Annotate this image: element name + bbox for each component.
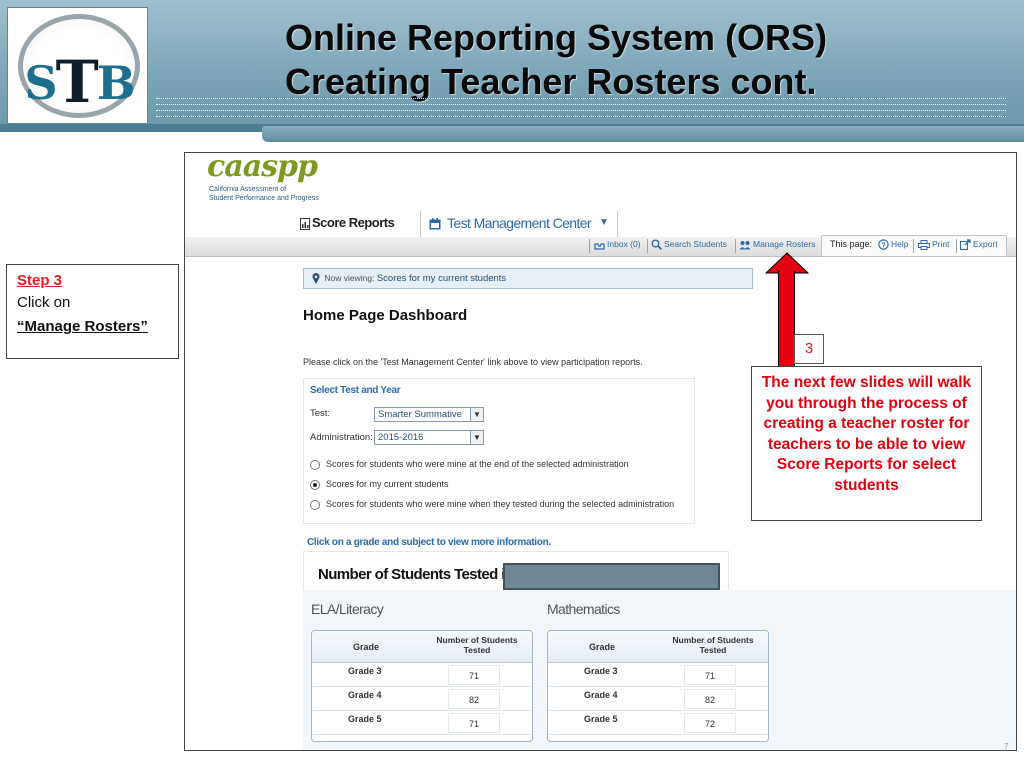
report-icon <box>300 217 310 230</box>
slide-title-line1: Online Reporting System (ORS) <box>285 17 828 58</box>
step-line: Click on <box>17 294 71 311</box>
header-divider <box>156 116 1006 117</box>
instruction-text: Please click on the 'Test Management Cen… <box>303 357 643 367</box>
inbox-icon <box>594 243 605 250</box>
radio-current-students[interactable] <box>310 480 320 490</box>
now-viewing-bar: Now viewing: Scores for my current stude… <box>303 268 753 289</box>
stb-logo-text: STB <box>24 48 135 116</box>
search-students-link[interactable]: Search Students <box>651 239 727 251</box>
table-row[interactable]: Grade 3 71 <box>548 663 768 687</box>
math-results-table: Grade Number of Students Tested Grade 3 7… <box>547 630 769 742</box>
students-tested-title: Number of Students Tested i <box>318 566 505 583</box>
location-pin-icon <box>312 273 320 285</box>
red-arrow-shaft <box>778 271 795 368</box>
this-page-label: This page: <box>830 239 873 249</box>
calendar-icon <box>429 218 441 230</box>
now-viewing-value: Scores for my current students <box>376 273 507 284</box>
chevron-down-icon: ▼ <box>470 431 483 444</box>
test-select[interactable]: Smarter Summative ▼ <box>374 407 484 422</box>
print-link[interactable]: Print <box>918 239 949 250</box>
slide-header: STB Online Reporting System (ORS) Creati… <box>0 0 1024 128</box>
redaction-box <box>503 563 720 590</box>
toolbar-separator <box>735 239 736 253</box>
table-row[interactable]: Grade 4 82 <box>548 687 768 711</box>
toolbar-separator <box>913 239 914 253</box>
svg-text:?: ? <box>881 241 886 250</box>
toolbar-separator <box>647 239 648 253</box>
click-hint: Click on a grade and subject to view mor… <box>307 537 551 548</box>
radio-end-of-administration[interactable] <box>310 460 320 470</box>
page-title: Home Page Dashboard <box>303 307 468 324</box>
ela-results-table: Grade Number of Students Tested Grade 3 7… <box>311 630 533 742</box>
export-icon <box>960 239 971 251</box>
toolbar-separator <box>589 239 590 253</box>
table-header: Grade Number of Students Tested <box>548 631 768 663</box>
step-target: “Manage Rosters” <box>17 318 148 335</box>
caaspp-logo-subtitle: California Assessment of Student Perform… <box>209 186 319 202</box>
stb-logo-ring: STB <box>18 14 140 118</box>
inbox-link[interactable]: Inbox (0) <box>594 239 641 250</box>
nav-score-reports[interactable]: Score Reports <box>300 215 395 230</box>
radio-when-tested[interactable] <box>310 500 320 510</box>
header-divider <box>156 104 1006 105</box>
caaspp-logo: caaspp <box>207 152 318 184</box>
help-link[interactable]: ? Help <box>878 239 908 250</box>
select-test-panel: Select Test and Year Test: Smarter Summa… <box>303 378 695 524</box>
subject-ela: ELA/Literacy <box>311 601 384 617</box>
export-link[interactable]: Export <box>960 239 998 251</box>
chevron-down-icon: ▼ <box>599 217 609 228</box>
stb-logo: STB <box>7 7 148 124</box>
select-test-heading: Select Test and Year <box>310 385 401 396</box>
administration-select[interactable]: 2015-2016 ▼ <box>374 430 484 445</box>
step-title: Step 3 <box>17 272 63 289</box>
users-icon <box>739 240 751 250</box>
radio-label: Scores for my current students <box>326 479 449 489</box>
page-number: 7 <box>1004 742 1009 751</box>
table-row[interactable]: Grade 4 82 <box>312 687 532 711</box>
header-divider <box>156 98 1006 99</box>
toolbar-separator <box>956 239 957 253</box>
slide-title: Online Reporting System (ORS) Creating T… <box>285 16 985 104</box>
header-divider <box>156 110 1006 111</box>
header-tab <box>262 126 1024 142</box>
help-icon: ? <box>878 239 889 250</box>
radio-label: Scores for students who were mine when t… <box>326 499 675 509</box>
manage-rosters-link[interactable]: Manage Rosters <box>739 239 815 250</box>
annotation-note: The next few slides will walk you throug… <box>751 366 982 521</box>
table-row[interactable]: Grade 3 71 <box>312 663 532 687</box>
nav-test-management-center[interactable]: Test Management Center ▼ <box>420 211 618 238</box>
subject-math: Mathematics <box>547 601 620 617</box>
step-callout: Step 3 Click on “Manage Rosters” <box>6 264 179 359</box>
print-icon <box>918 239 930 250</box>
table-header: Grade Number of Students Tested <box>312 631 532 663</box>
radio-label: Scores for students who were mine at the… <box>326 459 629 469</box>
search-icon <box>651 239 662 251</box>
test-label: Test: <box>310 408 331 419</box>
administration-label: Administration: <box>310 432 373 443</box>
table-row[interactable]: Grade 5 72 <box>548 711 768 735</box>
step-number-badge: 3 <box>794 334 824 364</box>
table-row[interactable]: Grade 5 71 <box>312 711 532 735</box>
chevron-down-icon: ▼ <box>470 408 483 421</box>
